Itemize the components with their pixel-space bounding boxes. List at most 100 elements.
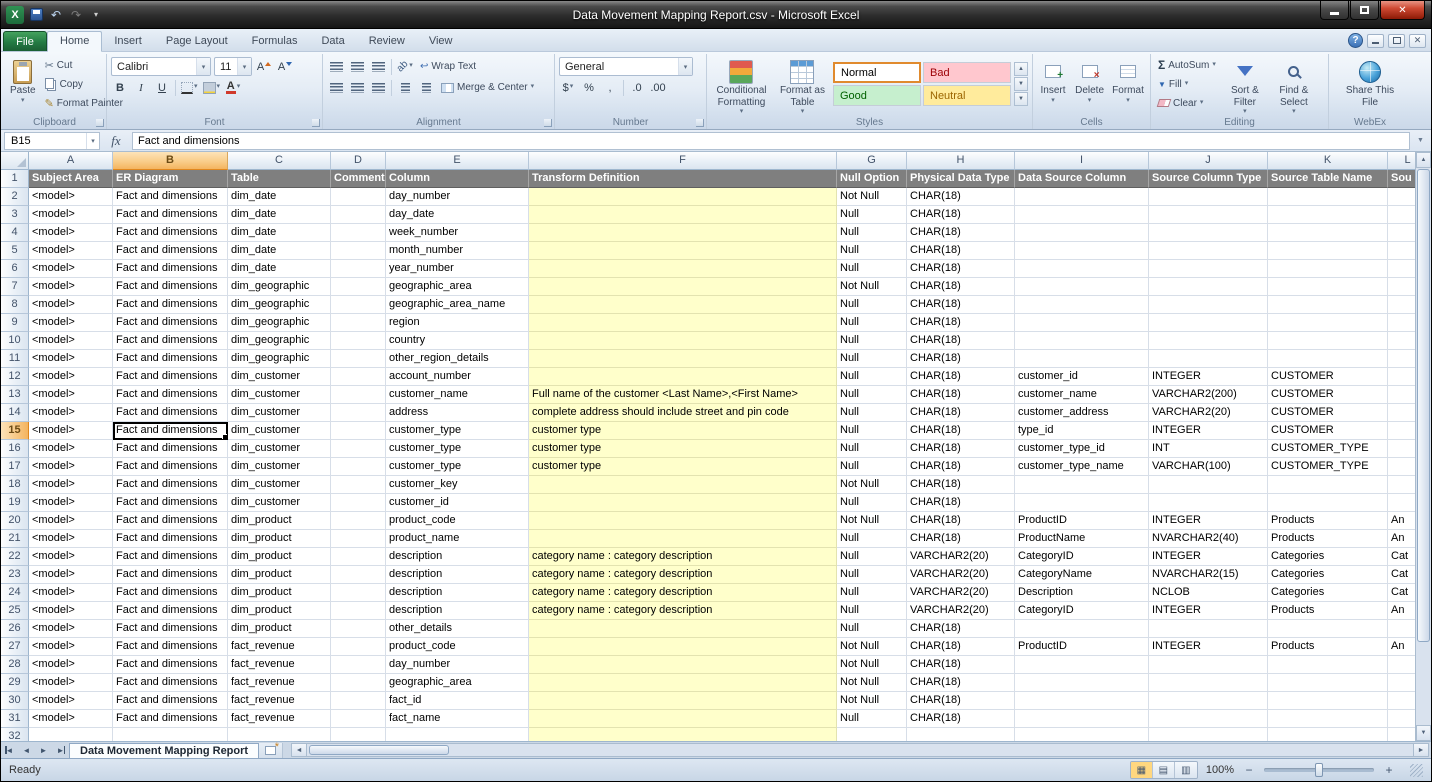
cell-G11[interactable]: Null: [837, 350, 907, 368]
cell-H8[interactable]: CHAR(18): [907, 296, 1015, 314]
cell-C27[interactable]: fact_revenue: [228, 638, 331, 656]
save-button[interactable]: [28, 7, 44, 23]
cell-G27[interactable]: Not Null: [837, 638, 907, 656]
cell-I28[interactable]: [1015, 656, 1149, 674]
cell-E21[interactable]: product_name: [386, 530, 529, 548]
cell-F8[interactable]: [529, 296, 837, 314]
cell-L9[interactable]: [1388, 314, 1415, 332]
first-sheet-button[interactable]: ◄: [1, 742, 18, 758]
cell-L27[interactable]: An: [1388, 638, 1415, 656]
column-header-F[interactable]: F: [529, 152, 837, 170]
cell-D30[interactable]: [331, 692, 386, 710]
scroll-left-button[interactable]: ◄: [291, 743, 307, 757]
cell-K16[interactable]: CUSTOMER_TYPE: [1268, 440, 1388, 458]
cell-B24[interactable]: Fact and dimensions: [113, 584, 228, 602]
insert-cells-button[interactable]: Insert ▾: [1037, 56, 1069, 106]
cell-B8[interactable]: Fact and dimensions: [113, 296, 228, 314]
cell-A31[interactable]: <model>: [29, 710, 113, 728]
cell-E18[interactable]: customer_key: [386, 476, 529, 494]
column-header-C[interactable]: C: [228, 152, 331, 170]
cell-L11[interactable]: [1388, 350, 1415, 368]
cell-A13[interactable]: <model>: [29, 386, 113, 404]
vertical-scrollbar[interactable]: ▲ ▼: [1415, 152, 1431, 741]
cell-J7[interactable]: [1149, 278, 1268, 296]
column-header-L[interactable]: L: [1388, 152, 1415, 170]
cell-C10[interactable]: dim_geographic: [228, 332, 331, 350]
cell-J20[interactable]: INTEGER: [1149, 512, 1268, 530]
cell-E7[interactable]: geographic_area: [386, 278, 529, 296]
row-header-8[interactable]: 8: [1, 296, 29, 314]
cell-L13[interactable]: [1388, 386, 1415, 404]
row-header-31[interactable]: 31: [1, 710, 29, 728]
cell-A11[interactable]: <model>: [29, 350, 113, 368]
cell-I7[interactable]: [1015, 278, 1149, 296]
font-size-select[interactable]: 11▾: [214, 57, 252, 76]
cell-J8[interactable]: [1149, 296, 1268, 314]
cell-G18[interactable]: Not Null: [837, 476, 907, 494]
cell-H14[interactable]: CHAR(18): [907, 404, 1015, 422]
comma-style-button[interactable]: ,: [601, 79, 619, 97]
close-button[interactable]: ✕: [1380, 1, 1425, 20]
font-dialog-launcher[interactable]: [312, 119, 320, 127]
cell-K32[interactable]: [1268, 728, 1388, 741]
cell-K1[interactable]: Source Table Name: [1268, 170, 1388, 188]
row-header-5[interactable]: 5: [1, 242, 29, 260]
row-header-10[interactable]: 10: [1, 332, 29, 350]
cell-L30[interactable]: [1388, 692, 1415, 710]
cell-D17[interactable]: [331, 458, 386, 476]
cell-J2[interactable]: [1149, 188, 1268, 206]
column-header-I[interactable]: I: [1015, 152, 1149, 170]
row-header-14[interactable]: 14: [1, 404, 29, 422]
cell-J12[interactable]: INTEGER: [1149, 368, 1268, 386]
cell-F29[interactable]: [529, 674, 837, 692]
font-color-button[interactable]: A▾: [224, 79, 242, 97]
number-dialog-launcher[interactable]: [696, 119, 704, 127]
cell-I31[interactable]: [1015, 710, 1149, 728]
name-box[interactable]: B15 ▾: [4, 132, 100, 150]
cell-I13[interactable]: customer_name: [1015, 386, 1149, 404]
cell-H3[interactable]: CHAR(18): [907, 206, 1015, 224]
underline-button[interactable]: U: [153, 79, 171, 97]
cell-D6[interactable]: [331, 260, 386, 278]
qat-customize-button[interactable]: ▾: [88, 7, 104, 23]
cell-D7[interactable]: [331, 278, 386, 296]
next-sheet-button[interactable]: ►: [35, 742, 52, 758]
cell-F31[interactable]: [529, 710, 837, 728]
cell-J15[interactable]: INTEGER: [1149, 422, 1268, 440]
cell-G15[interactable]: Null: [837, 422, 907, 440]
cell-L4[interactable]: [1388, 224, 1415, 242]
cell-L17[interactable]: [1388, 458, 1415, 476]
tab-file[interactable]: File: [3, 31, 47, 51]
cell-K11[interactable]: [1268, 350, 1388, 368]
cell-C19[interactable]: dim_customer: [228, 494, 331, 512]
row-header-25[interactable]: 25: [1, 602, 29, 620]
cell-A27[interactable]: <model>: [29, 638, 113, 656]
cell-G10[interactable]: Null: [837, 332, 907, 350]
cell-L19[interactable]: [1388, 494, 1415, 512]
cell-D3[interactable]: [331, 206, 386, 224]
cell-E5[interactable]: month_number: [386, 242, 529, 260]
italic-button[interactable]: I: [132, 79, 150, 97]
column-header-A[interactable]: A: [29, 152, 113, 170]
cell-J6[interactable]: [1149, 260, 1268, 278]
cell-J17[interactable]: VARCHAR(100): [1149, 458, 1268, 476]
cell-D8[interactable]: [331, 296, 386, 314]
zoom-slider[interactable]: [1264, 768, 1374, 772]
font-family-select[interactable]: Calibri▾: [111, 57, 211, 76]
cell-H13[interactable]: CHAR(18): [907, 386, 1015, 404]
cell-D12[interactable]: [331, 368, 386, 386]
row-header-22[interactable]: 22: [1, 548, 29, 566]
cell-A10[interactable]: <model>: [29, 332, 113, 350]
row-header-18[interactable]: 18: [1, 476, 29, 494]
cell-K9[interactable]: [1268, 314, 1388, 332]
cell-H26[interactable]: CHAR(18): [907, 620, 1015, 638]
horizontal-scrollbar[interactable]: ◄ ►: [291, 743, 1429, 757]
cell-D23[interactable]: [331, 566, 386, 584]
row-header-16[interactable]: 16: [1, 440, 29, 458]
row-header-29[interactable]: 29: [1, 674, 29, 692]
cell-D10[interactable]: [331, 332, 386, 350]
cell-E9[interactable]: region: [386, 314, 529, 332]
row-header-21[interactable]: 21: [1, 530, 29, 548]
cell-B6[interactable]: Fact and dimensions: [113, 260, 228, 278]
cell-B19[interactable]: Fact and dimensions: [113, 494, 228, 512]
